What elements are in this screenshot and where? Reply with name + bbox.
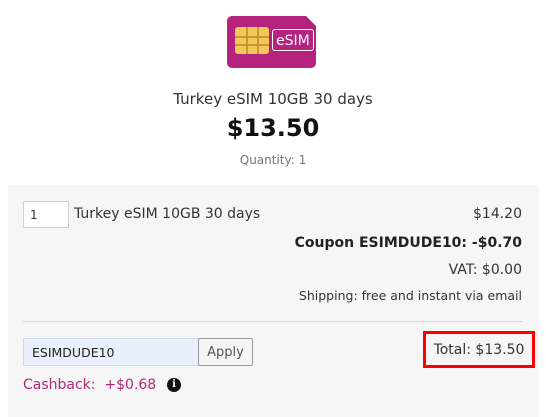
coupon-discount-line: Coupon ESIMDUDE10: -$0.70 (294, 235, 522, 251)
esim-card-image: eSIM (227, 15, 317, 68)
shipping-line: Shipping: free and instant via email (298, 288, 522, 303)
summary-divider (23, 321, 522, 322)
total-amount: Total: $13.50 (423, 331, 535, 368)
line-item-price: $14.20 (473, 206, 522, 222)
card-notch (305, 15, 317, 27)
sim-chip-icon (235, 27, 269, 54)
esim-logo-label: eSIM (272, 29, 314, 51)
product-quantity: Quantity: 1 (239, 153, 307, 167)
line-item-name: Turkey eSIM 10GB 30 days (74, 206, 261, 222)
total-label: Total: $13.50 (433, 341, 525, 358)
vat-line: VAT: $0.00 (448, 262, 522, 278)
cashback-label: Cashback: +$0.68 (23, 377, 157, 393)
info-icon[interactable]: i (167, 378, 181, 392)
quantity-input[interactable] (23, 201, 69, 228)
apply-coupon-button[interactable]: Apply (198, 338, 253, 366)
coupon-code-input[interactable] (23, 338, 199, 366)
product-price: $13.50 (226, 114, 320, 142)
product-title: Turkey eSIM 10GB 30 days (173, 90, 373, 108)
